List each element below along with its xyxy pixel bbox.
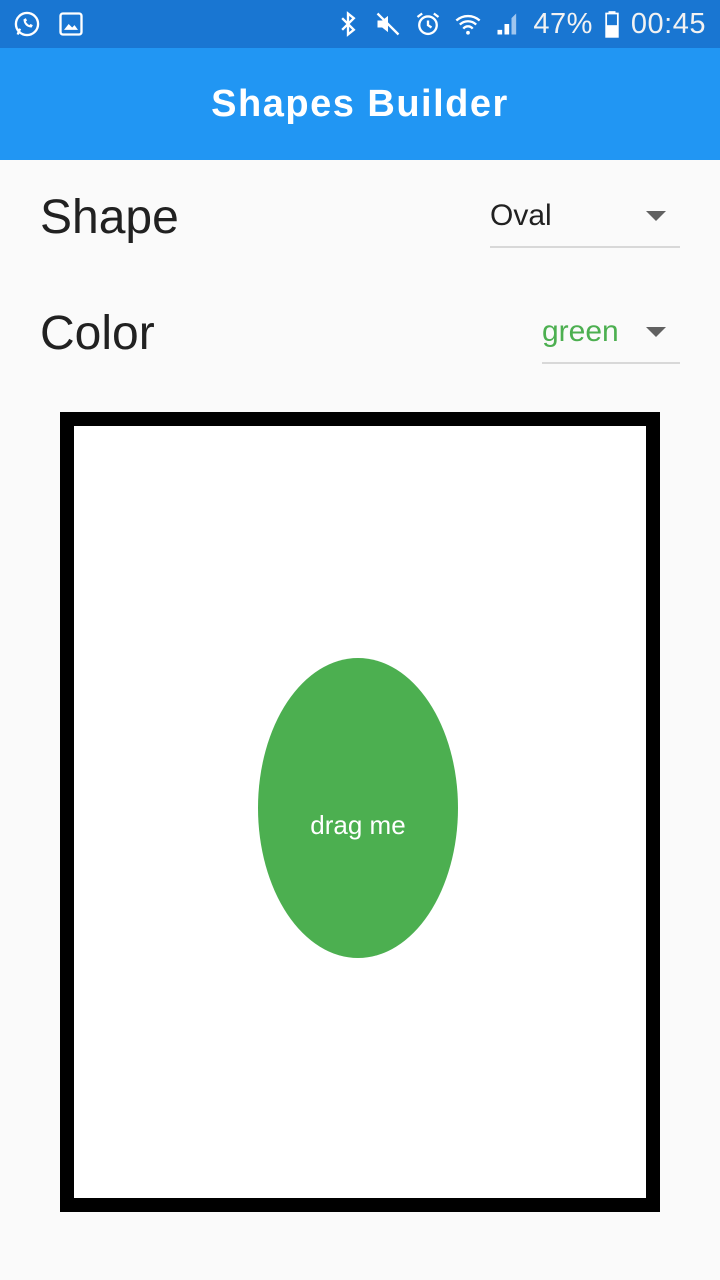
status-right-icons: 47% 00:45: [333, 8, 706, 41]
wifi-icon: [453, 9, 483, 39]
whatsapp-icon: [12, 9, 42, 39]
draggable-oval[interactable]: drag me: [258, 658, 458, 958]
battery-icon: [603, 9, 621, 39]
gallery-icon: [56, 9, 86, 39]
shape-canvas: drag me: [60, 412, 660, 1212]
status-bar: 47% 00:45: [0, 0, 720, 48]
drag-me-label: drag me: [310, 809, 406, 840]
color-dropdown[interactable]: green: [542, 302, 680, 364]
chevron-down-icon: [646, 211, 666, 221]
color-dropdown-value: green: [542, 315, 619, 348]
shape-dropdown[interactable]: Oval: [490, 186, 680, 248]
battery-percent: 47%: [533, 7, 593, 40]
color-row: Color green: [40, 302, 680, 364]
status-left-icons: [12, 9, 86, 39]
clock: 00:45: [630, 7, 706, 40]
alarm-icon: [413, 9, 443, 39]
shape-label: Shape: [40, 190, 179, 244]
shape-dropdown-value: Oval: [490, 199, 552, 232]
signal-icon: [493, 9, 523, 39]
bluetooth-icon: [333, 9, 363, 39]
page-title: Shapes Builder: [211, 82, 509, 125]
mute-icon: [373, 9, 403, 39]
chevron-down-icon: [646, 327, 666, 337]
app-bar: Shapes Builder: [0, 48, 720, 160]
shape-row: Shape Oval: [40, 186, 680, 248]
color-label: Color: [40, 306, 155, 360]
